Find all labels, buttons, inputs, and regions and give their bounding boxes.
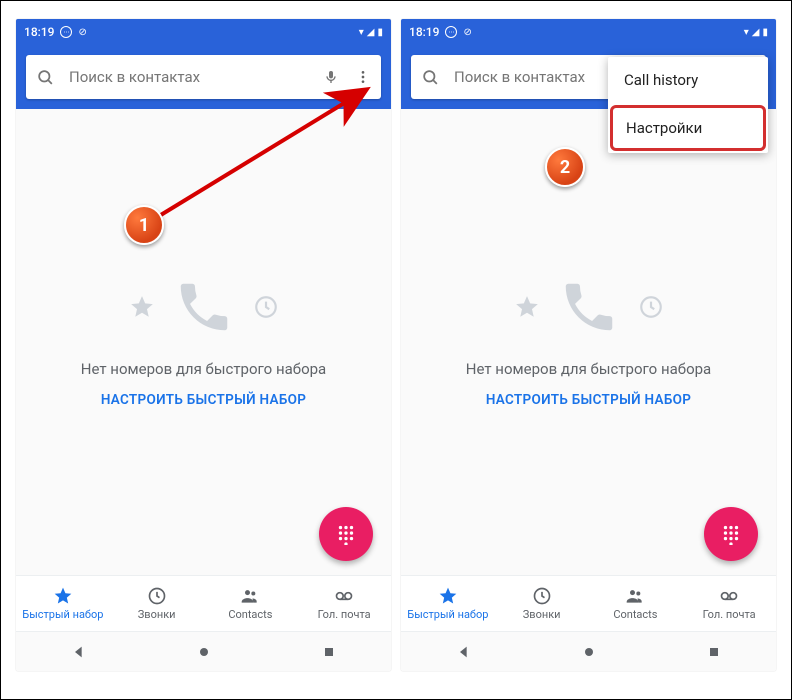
battery-icon: ▮ [762,27,768,38]
phone-screen-1: 18:19 ⋯ ⊘ ▾ ◢ ▮ Поиск в контактах [16,19,391,671]
dialpad-fab[interactable] [704,507,758,561]
tab-voicemail[interactable]: Гол. почта [682,576,776,631]
star-icon [514,294,540,320]
search-bar[interactable]: Поиск в контактах [26,55,381,99]
search-container: Поиск в контактах [16,45,391,109]
home-icon[interactable] [196,644,212,660]
tab-calls[interactable]: Звонки [495,576,589,631]
empty-message: Нет номеров для быстрого набора [81,360,326,378]
search-container: Поиск в контактах Call history Настройки [401,45,776,109]
search-placeholder: Поиск в контактах [69,68,323,86]
wifi-icon: ▾ [744,27,749,38]
menu-call-history[interactable]: Call history [608,57,768,103]
setup-speed-dial-button[interactable]: НАСТРОИТЬ БЫСТРЫЙ НАБОР [486,392,691,408]
empty-state: Нет номеров для быстрого набора НАСТРОИТ… [16,109,391,575]
android-nav-bar [16,631,391,671]
star-icon [438,586,458,606]
empty-illustration [514,276,664,338]
tab-label: Гол. почта [703,608,756,621]
tab-label: Звонки [523,608,561,621]
dialpad-icon [720,523,742,545]
tab-voicemail[interactable]: Гол. почта [297,576,391,631]
bottom-navigation: Быстрый набор Звонки Contacts Гол. почта [401,575,776,631]
recents-icon[interactable] [706,644,722,660]
tab-speed-dial[interactable]: Быстрый набор [401,576,495,631]
wifi-icon: ▾ [359,27,364,38]
tab-contacts[interactable]: Contacts [204,576,298,631]
tab-label: Звонки [138,608,176,621]
clock-icon [638,294,664,320]
dialpad-fab[interactable] [319,507,373,561]
overflow-menu: Call history Настройки [608,57,768,153]
bottom-navigation: Быстрый набор Звонки Contacts Гол. почта [16,575,391,631]
status-bar: 18:19 ⋯ ⊘ ▾ ◢ ▮ [401,19,776,45]
home-icon[interactable] [581,644,597,660]
tab-label: Быстрый набор [22,608,103,621]
signal-icon: ◢ [752,27,760,38]
battery-icon: ▮ [377,27,383,38]
tab-calls[interactable]: Звонки [110,576,204,631]
back-icon[interactable] [456,644,472,660]
status-time: 18:19 [409,25,439,39]
status-indicator-icon: ⋯ [60,26,72,38]
status-bar: 18:19 ⋯ ⊘ ▾ ◢ ▮ [16,19,391,45]
search-icon [421,68,440,87]
tab-label: Быстрый набор [407,608,488,621]
setup-speed-dial-button[interactable]: НАСТРОИТЬ БЫСТРЫЙ НАБОР [101,392,306,408]
voice-search-icon[interactable] [323,69,339,85]
empty-illustration [129,276,279,338]
star-icon [129,294,155,320]
phone-icon [173,276,235,338]
phone-screen-2: 18:19 ⋯ ⊘ ▾ ◢ ▮ Поиск в контактах Call h… [401,19,776,671]
back-icon[interactable] [71,644,87,660]
do-not-disturb-icon: ⊘ [78,27,86,38]
tab-label: Гол. почта [318,608,371,621]
voicemail-icon [719,586,739,606]
phone-icon [558,276,620,338]
do-not-disturb-icon: ⊘ [463,27,471,38]
tab-speed-dial[interactable]: Быстрый набор [16,576,110,631]
people-icon [625,586,645,606]
tab-contacts[interactable]: Contacts [589,576,683,631]
clock-icon [147,586,167,606]
status-indicator-icon: ⋯ [445,26,457,38]
annotation-step-2: 2 [545,147,585,187]
more-options-icon[interactable] [355,69,371,85]
tab-label: Contacts [228,608,272,621]
signal-icon: ◢ [367,27,375,38]
people-icon [240,586,260,606]
status-time: 18:19 [24,25,54,39]
recents-icon[interactable] [321,644,337,660]
annotation-step-1: 1 [124,205,164,245]
tab-label: Contacts [613,608,657,621]
voicemail-icon [334,586,354,606]
dialpad-icon [335,523,357,545]
menu-settings[interactable]: Настройки [610,105,766,151]
star-icon [53,586,73,606]
android-nav-bar [401,631,776,671]
empty-state: Нет номеров для быстрого набора НАСТРОИТ… [401,109,776,575]
clock-icon [253,294,279,320]
search-icon [36,68,55,87]
clock-icon [532,586,552,606]
empty-message: Нет номеров для быстрого набора [466,360,711,378]
